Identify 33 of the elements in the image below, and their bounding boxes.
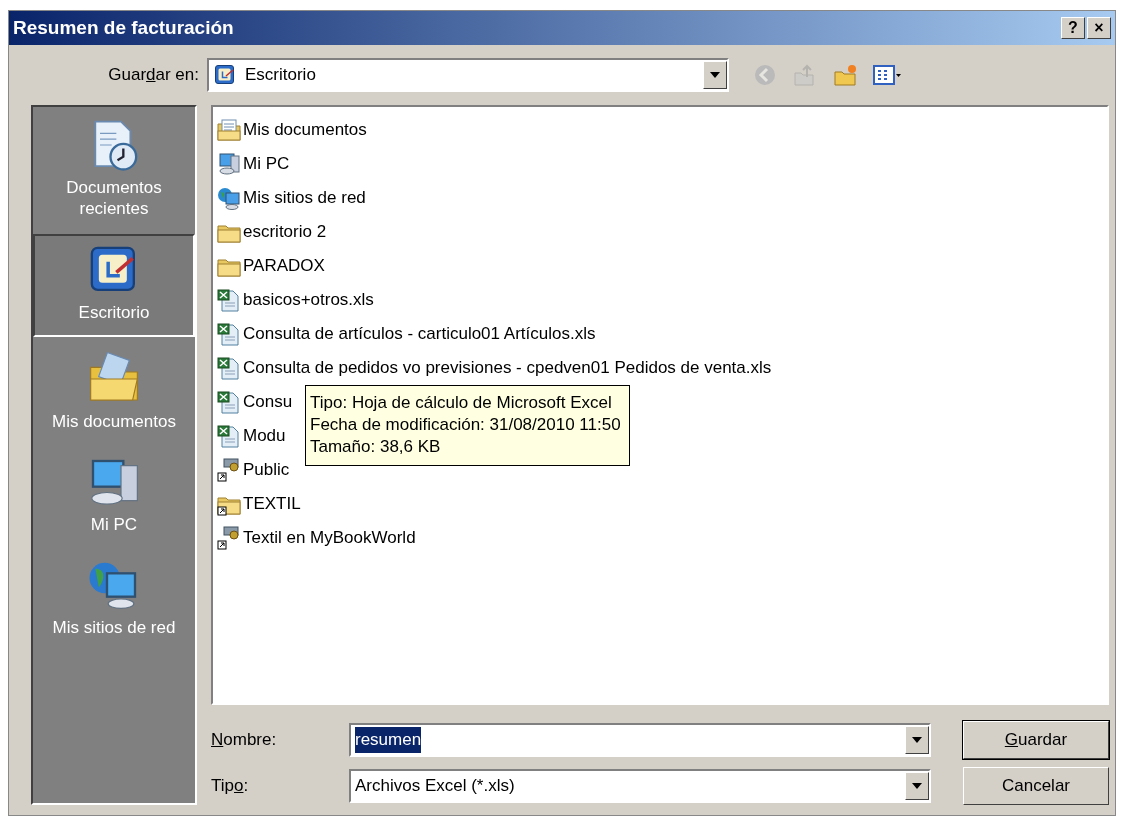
places-item[interactable]: Documentos recientes: [33, 109, 195, 234]
file-item[interactable]: Public: [243, 457, 290, 483]
save-button[interactable]: Guardar: [963, 721, 1109, 759]
file-item[interactable]: TEXTIL: [243, 491, 301, 517]
places-item[interactable]: Mis documentos: [33, 342, 195, 446]
file-item[interactable]: Modu: [243, 423, 286, 449]
file-item[interactable]: PARADOX: [243, 253, 325, 279]
places-item[interactable]: Mis sitios de red: [33, 549, 195, 653]
close-button[interactable]: ×: [1087, 17, 1111, 39]
file-item[interactable]: Textil en MyBookWorld: [243, 525, 416, 551]
file-name-label: Nombre:: [211, 729, 278, 752]
file-name-combo[interactable]: resumen: [349, 723, 931, 757]
cancel-button[interactable]: Cancelar: [963, 767, 1109, 805]
file-item[interactable]: Mis sitios de red: [243, 185, 366, 211]
file-item[interactable]: escritorio 2: [243, 219, 327, 245]
file-item[interactable]: Consu: [243, 389, 293, 415]
file-item[interactable]: basicos+otros.xls: [243, 287, 374, 313]
window-title: Resumen de facturación: [13, 15, 235, 40]
file-type-combo[interactable]: Archivos Excel (*.xls): [349, 769, 931, 803]
file-item[interactable]: Mi PC: [243, 151, 290, 177]
places-item[interactable]: Mi PC: [33, 446, 195, 550]
tooltip: Tipo: Hoja de cálculo de Microsoft Excel Fecha de modificación: 31/08/2010 11:50 Tamaño: 38,6 KB: [305, 385, 630, 467]
file-type-label: Tipo:: [211, 775, 250, 798]
save-in-label: Guardar en:: [107, 64, 200, 87]
file-name-text: resumen: [355, 727, 422, 753]
save-in-value: Escritorio: [245, 64, 316, 87]
file-item[interactable]: Mis documentos: [243, 117, 367, 143]
file-item[interactable]: Consulta de pedidos vo previsiones - cpedven01 Pedidos de venta.xls: [243, 355, 772, 381]
file-type-text: Archivos Excel (*.xls): [355, 775, 515, 798]
file-item[interactable]: Consulta de artículos - carticulo01 Artículos.xls: [243, 321, 596, 347]
help-button[interactable]: ?: [1061, 17, 1085, 39]
save-in-combo[interactable]: Escritorio: [207, 58, 729, 92]
places-item[interactable]: Escritorio: [33, 233, 195, 337]
